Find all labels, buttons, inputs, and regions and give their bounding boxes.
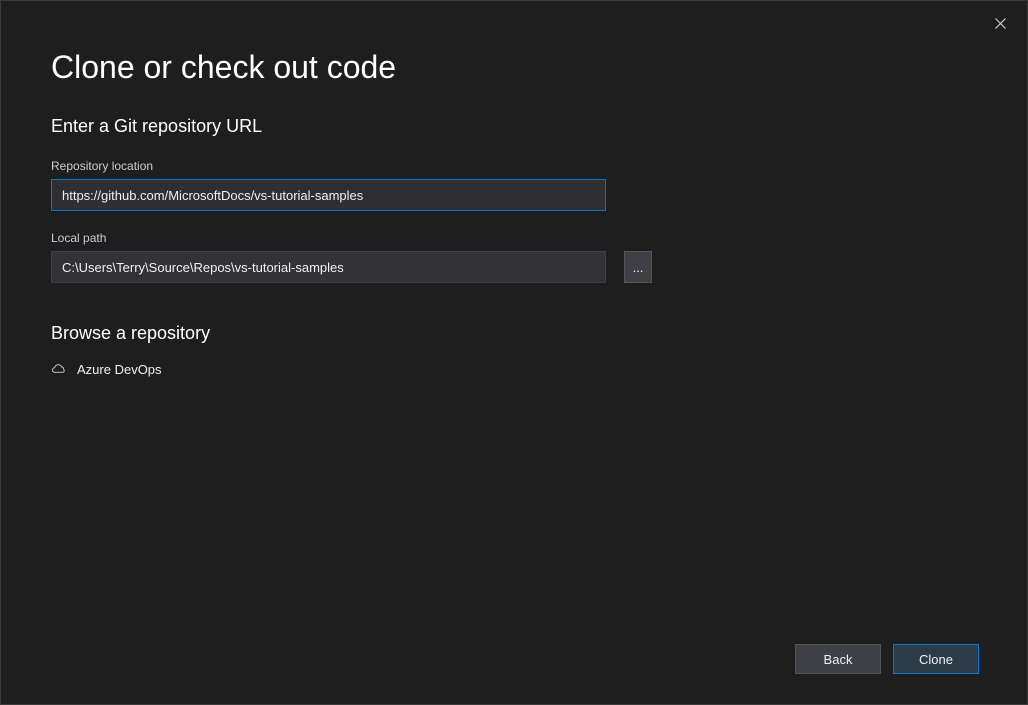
- browse-item-label: Azure DevOps: [77, 362, 162, 377]
- browse-section-title: Browse a repository: [51, 323, 977, 344]
- close-icon: [995, 16, 1006, 32]
- local-path-group: Local path ...: [51, 231, 977, 283]
- section-subtitle: Enter a Git repository URL: [51, 116, 977, 137]
- browse-item-azure-devops[interactable]: Azure DevOps: [51, 358, 977, 380]
- browse-path-button[interactable]: ...: [624, 251, 652, 283]
- repo-location-input[interactable]: [51, 179, 606, 211]
- close-button[interactable]: [985, 9, 1015, 39]
- page-title: Clone or check out code: [51, 49, 977, 86]
- back-button[interactable]: Back: [795, 644, 881, 674]
- repo-location-label: Repository location: [51, 159, 977, 173]
- local-path-label: Local path: [51, 231, 977, 245]
- local-path-input[interactable]: [51, 251, 606, 283]
- repo-location-group: Repository location: [51, 159, 977, 211]
- dialog-content: Clone or check out code Enter a Git repo…: [1, 1, 1027, 380]
- cloud-icon: [51, 360, 67, 378]
- clone-button[interactable]: Clone: [893, 644, 979, 674]
- footer-buttons: Back Clone: [795, 644, 979, 674]
